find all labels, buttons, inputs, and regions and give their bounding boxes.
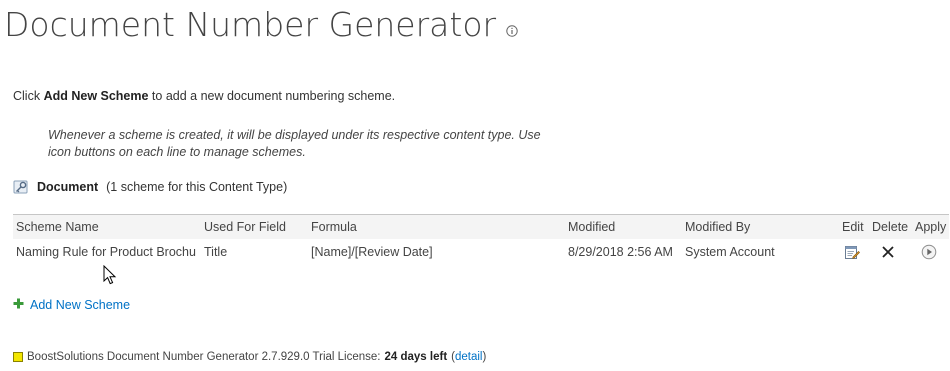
header-used-for-field[interactable]: Used For Field [204, 215, 304, 239]
license-days-left: 24 days left [384, 351, 448, 363]
content-type-header: Document (1 scheme for this Content Type… [13, 179, 287, 195]
plus-icon[interactable] [13, 298, 24, 312]
used-for-field-cell: Title [204, 245, 228, 259]
header-modified-by[interactable]: Modified By [685, 215, 825, 239]
apply-play-icon[interactable] [921, 239, 941, 265]
license-detail-link[interactable]: detail [455, 351, 483, 363]
intro-suffix: to add a new document numbering scheme. [148, 89, 396, 103]
intro-prefix: Click [13, 89, 44, 103]
header-scheme-name[interactable]: Scheme Name [16, 215, 196, 239]
header-formula[interactable]: Formula [311, 215, 551, 239]
info-icon[interactable] [506, 22, 518, 37]
header-edit: Edit [842, 220, 864, 234]
mouse-cursor-icon [103, 264, 117, 285]
help-note: Whenever a scheme is created, it will be… [48, 128, 541, 159]
modified-cell: 8/29/2018 2:56 AM [568, 245, 673, 259]
add-new-scheme-link[interactable]: Add New Scheme [30, 298, 130, 312]
add-new-scheme[interactable]: Add New Scheme [13, 298, 130, 312]
license-footer: BoostSolutions Document Number Generator… [13, 351, 486, 363]
table-row: Naming Rule for Product Brochur Title [N… [13, 239, 949, 265]
header-delete: Delete [872, 220, 909, 234]
license-product: BoostSolutions Document Number Generator… [27, 351, 381, 363]
header-modified[interactable]: Modified [568, 215, 678, 239]
formula-cell: [Name]/[Review Date] [311, 245, 433, 259]
modified-by-cell: System Account [685, 245, 775, 259]
title-row: Document Number Generator [4, 0, 518, 48]
delete-x-icon[interactable] [881, 239, 897, 265]
intro-text: Click Add New Scheme to add a new docume… [13, 89, 395, 103]
license-square-icon [13, 352, 23, 362]
scheme-table: Scheme Name Used For Field Formula Modif… [13, 214, 949, 265]
header-apply: Apply [915, 220, 947, 234]
paren-close: ) [482, 351, 487, 363]
content-type-key-icon [13, 179, 29, 195]
content-type-count: (1 scheme for this Content Type) [106, 180, 288, 194]
content-type-name: Document [37, 180, 99, 194]
scheme-name-cell[interactable]: Naming Rule for Product Brochur [16, 239, 196, 265]
table-header-row: Scheme Name Used For Field Formula Modif… [13, 214, 949, 239]
edit-icon[interactable] [844, 239, 862, 265]
page-title: Document Number Generator [4, 4, 497, 44]
intro-action: Add New Scheme [43, 89, 149, 103]
